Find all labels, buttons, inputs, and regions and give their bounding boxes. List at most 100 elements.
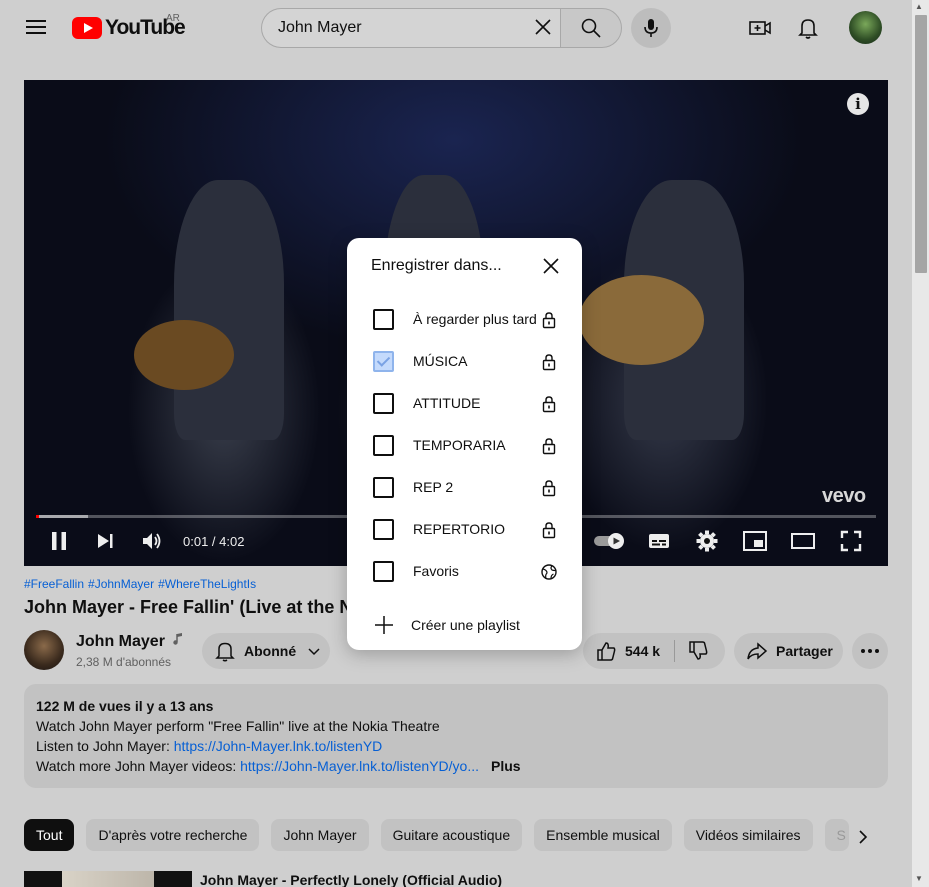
miniplayer-button[interactable] xyxy=(740,526,770,556)
dislike-button[interactable] xyxy=(675,640,709,662)
chip-truncated[interactable]: S xyxy=(824,819,849,851)
hashtag-link[interactable]: #JohnMayer xyxy=(88,577,154,591)
chevron-right-icon xyxy=(859,830,868,844)
checkbox[interactable] xyxy=(373,435,394,456)
scroll-up-arrow-icon[interactable]: ▲ xyxy=(915,2,923,11)
description-link[interactable]: https://John-Mayer.lnk.to/listenYD xyxy=(174,738,383,754)
pause-button[interactable] xyxy=(44,526,74,556)
volume-button[interactable] xyxy=(137,526,167,556)
subscriber-count: 2,38 M d'abonnés xyxy=(76,655,172,669)
checkbox[interactable] xyxy=(373,477,394,498)
vevo-watermark: vevo xyxy=(822,485,866,507)
subtitles-button[interactable] xyxy=(644,526,674,556)
playlist-row[interactable]: À regarder plus tard xyxy=(347,299,582,341)
microphone-icon xyxy=(644,19,658,37)
settings-button[interactable] xyxy=(692,526,722,556)
search-box xyxy=(261,8,561,48)
voice-search-button[interactable] xyxy=(631,8,671,48)
chip-ensemble[interactable]: Ensemble musical xyxy=(534,819,672,851)
lock-icon xyxy=(540,437,558,455)
playlist-name: MÚSICA xyxy=(413,353,468,369)
chip-john-mayer[interactable]: John Mayer xyxy=(271,819,369,851)
hashtag-link[interactable]: #WhereTheLightIs xyxy=(158,577,256,591)
chips-next-button[interactable] xyxy=(848,822,878,852)
video-title: John Mayer - Free Fallin' (Live at the N xyxy=(24,597,353,617)
theater-mode-button[interactable] xyxy=(788,526,818,556)
chip-acoustic-guitar[interactable]: Guitare acoustique xyxy=(380,819,523,851)
miniplayer-icon xyxy=(743,531,767,551)
playlist-row[interactable]: MÚSICA xyxy=(347,341,582,383)
description-line: Watch John Mayer perform "Free Fallin" l… xyxy=(36,718,440,734)
like-button[interactable]: 544 k xyxy=(583,640,675,662)
description-line: Watch more John Mayer videos: https://Jo… xyxy=(36,756,876,776)
account-avatar[interactable] xyxy=(849,11,882,44)
chip-all[interactable]: Tout xyxy=(24,819,75,851)
description-box[interactable]: 122 M de vues il y a 13 ans Watch John M… xyxy=(24,684,888,788)
scrollbar-thumb[interactable] xyxy=(915,15,927,273)
pause-icon xyxy=(52,532,66,550)
chevron-down-icon xyxy=(308,648,320,656)
menu-icon[interactable] xyxy=(24,16,48,40)
info-icon[interactable]: i xyxy=(847,93,869,115)
lock-icon xyxy=(540,521,558,539)
hashtags: #FreeFallin #JohnMayer #WhereTheLightIs xyxy=(24,577,260,591)
chip-similar-videos[interactable]: Vidéos similaires xyxy=(683,819,813,851)
playlist-name: À regarder plus tard xyxy=(413,311,537,327)
description-text: Watch more John Mayer videos: xyxy=(36,758,241,774)
scroll-down-arrow-icon[interactable]: ▼ xyxy=(915,874,923,883)
time-display: 0:01 / 4:02 xyxy=(183,534,245,549)
playlist-row[interactable]: TEMPORARIA xyxy=(347,425,582,467)
like-count: 544 k xyxy=(625,643,661,659)
channel-avatar[interactable] xyxy=(24,630,64,670)
create-playlist-label: Créer une playlist xyxy=(411,617,520,633)
playlist-row[interactable]: Favoris xyxy=(347,551,582,593)
create-playlist-button[interactable]: Créer une playlist xyxy=(347,607,582,643)
checkbox-checked[interactable] xyxy=(373,351,394,372)
more-actions-button[interactable] xyxy=(852,633,888,669)
theater-icon xyxy=(791,533,815,549)
checkbox[interactable] xyxy=(373,561,394,582)
view-count-date: 122 M de vues il y a 13 ans xyxy=(36,698,214,714)
progress-buffer xyxy=(36,515,88,518)
checkbox[interactable] xyxy=(373,309,394,330)
fullscreen-icon xyxy=(840,530,862,552)
share-icon xyxy=(747,642,768,660)
playlist-row[interactable]: ATTITUDE xyxy=(347,383,582,425)
lock-icon xyxy=(540,311,558,329)
globe-icon xyxy=(540,563,558,581)
autoplay-toggle[interactable] xyxy=(590,526,630,556)
lock-icon xyxy=(540,479,558,497)
checkbox[interactable] xyxy=(373,519,394,540)
bell-icon xyxy=(215,642,235,662)
video-add-icon xyxy=(749,21,771,35)
search-button[interactable] xyxy=(560,8,622,48)
playlist-name: REPERTORIO xyxy=(413,521,506,537)
channel-name[interactable]: John Mayer xyxy=(76,632,184,651)
hashtag-link[interactable]: #FreeFallin xyxy=(24,577,84,591)
close-icon[interactable] xyxy=(539,254,563,278)
video-thumbnail[interactable] xyxy=(24,871,192,887)
subscribed-label: Abonné xyxy=(244,643,297,659)
create-video-button[interactable] xyxy=(740,8,780,48)
chip-from-search[interactable]: D'après votre recherche xyxy=(86,819,260,851)
playlist-row[interactable]: REP 2 xyxy=(347,467,582,509)
share-button[interactable]: Partager xyxy=(734,633,843,669)
fullscreen-button[interactable] xyxy=(836,526,866,556)
search-input[interactable] xyxy=(278,19,518,37)
thumbs-down-icon xyxy=(689,641,708,660)
channel-name-text: John Mayer xyxy=(76,633,165,650)
autoplay-icon xyxy=(594,533,624,549)
playlist-row[interactable]: REPERTORIO xyxy=(347,509,582,551)
checkbox[interactable] xyxy=(373,393,394,414)
top-bar: YouTube AR xyxy=(0,0,912,56)
logo-country-code: AR xyxy=(166,13,180,24)
description-link[interactable]: https://John-Mayer.lnk.to/listenYD/yo... xyxy=(240,758,479,774)
clear-search-icon[interactable] xyxy=(530,14,556,40)
share-label: Partager xyxy=(776,643,833,659)
next-video-button[interactable] xyxy=(90,526,120,556)
show-more-button[interactable]: Plus xyxy=(491,758,521,774)
notifications-button[interactable] xyxy=(788,8,828,48)
next-video-title[interactable]: John Mayer - Perfectly Lonely (Official … xyxy=(200,872,502,887)
subscribed-button[interactable]: Abonné xyxy=(202,633,330,669)
progress-played xyxy=(36,515,39,518)
